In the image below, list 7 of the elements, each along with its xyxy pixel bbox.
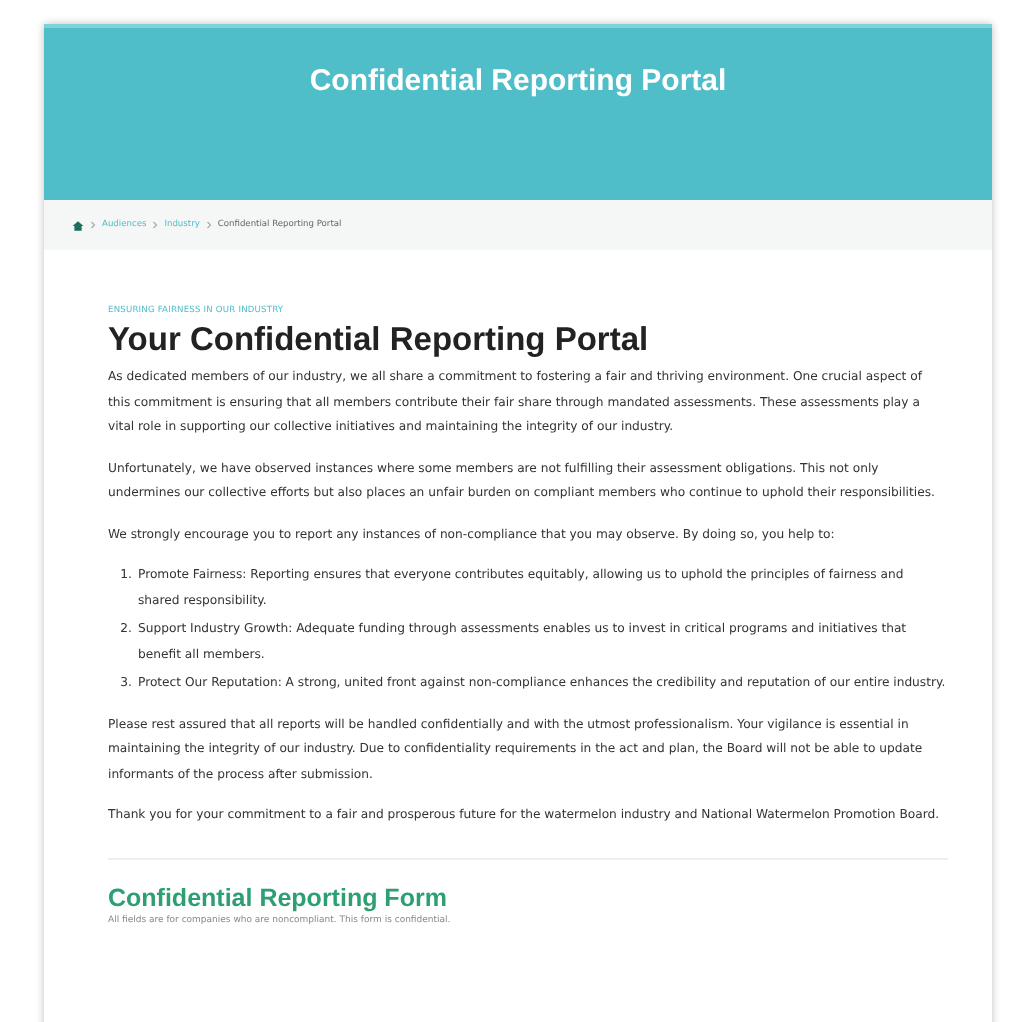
form-heading: Confidential Reporting Form xyxy=(108,883,449,911)
home-icon[interactable] xyxy=(72,219,84,231)
chevron-icon xyxy=(205,220,212,230)
chevron-icon xyxy=(90,220,96,230)
page-heading: Your Confidential Reporting Portal xyxy=(108,322,651,360)
chevron-icon xyxy=(152,220,159,230)
banner-title: Confidential Reporting Portal xyxy=(309,64,727,102)
